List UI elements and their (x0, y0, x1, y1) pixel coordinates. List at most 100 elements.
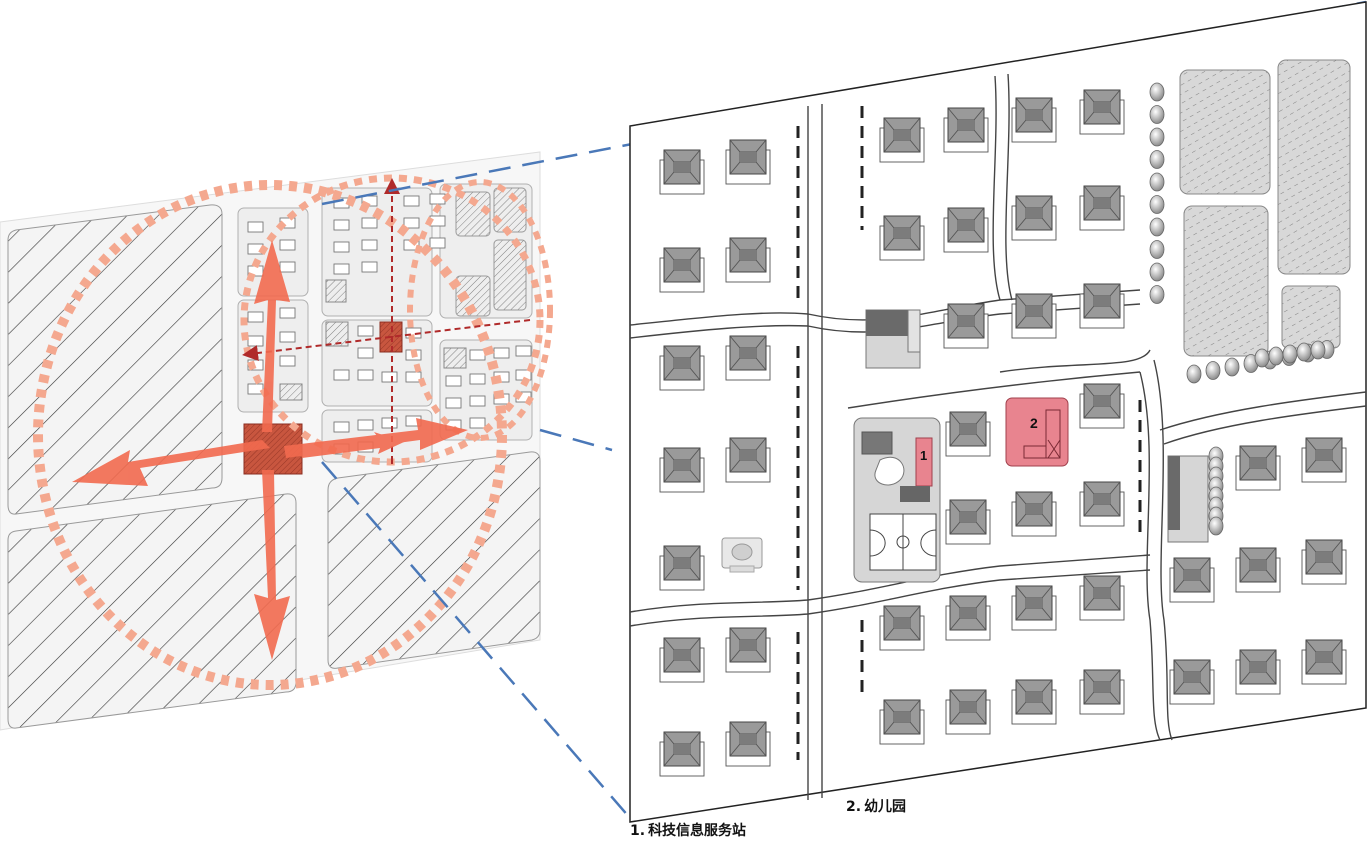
house-icon (1079, 89, 1125, 135)
building-footprint (333, 421, 350, 433)
house-icon (659, 637, 705, 683)
house-icon (943, 107, 989, 153)
marker-2: 2 (1030, 415, 1038, 431)
tree-icon (1254, 348, 1270, 368)
building-footprint (429, 237, 446, 249)
house-icon (1169, 659, 1215, 705)
house-icon (725, 721, 771, 767)
building-footprint (445, 397, 462, 409)
house-icon (945, 689, 991, 735)
house-icon (1301, 437, 1347, 483)
tree-icon (1205, 361, 1221, 380)
house-icon (1079, 185, 1125, 231)
house-icon (879, 699, 925, 745)
building-footprint (493, 347, 510, 359)
house-icon (1301, 639, 1347, 685)
marker-1: 1 (920, 448, 927, 463)
tree-icon (1310, 340, 1326, 360)
house-icon (659, 149, 705, 195)
house-icon (879, 117, 925, 163)
building-footprint (469, 373, 486, 385)
building-footprint (381, 371, 398, 383)
house-icon (1169, 557, 1215, 603)
label-name: 科技信息服务站 (648, 823, 747, 839)
tree-icon (1149, 217, 1165, 237)
tree-icon (1149, 195, 1165, 214)
building-footprint (403, 195, 420, 207)
house-icon (945, 595, 991, 641)
building-footprint (247, 311, 264, 323)
label-tech-info-station: 1. 科技信息服务站 (630, 820, 746, 840)
building-footprint (469, 395, 486, 407)
house-icon (1079, 481, 1125, 527)
building-footprint (333, 241, 350, 253)
tree-icon (1149, 150, 1165, 169)
house-icon (659, 545, 705, 591)
detail-site-plan: 1 2 (629, 1, 1367, 823)
house-icon (725, 627, 771, 673)
house-icon (1301, 539, 1347, 585)
house-icon (659, 731, 705, 777)
label-name: 幼儿园 (864, 799, 907, 815)
building-footprint (279, 307, 296, 319)
building-footprint (361, 217, 378, 229)
tree-icon (1186, 364, 1202, 384)
kindergarten-site: 2 (1005, 397, 1069, 467)
building-footprint (279, 261, 296, 273)
house-icon (725, 139, 771, 185)
house-icon (1011, 585, 1057, 631)
building-footprint (279, 355, 296, 367)
building-footprint (361, 261, 378, 273)
house-icon (945, 499, 991, 545)
label-kindergarten: 2. 幼儿园 (846, 796, 906, 816)
house-icon (1011, 293, 1057, 339)
building-footprint (333, 263, 350, 275)
house-icon (1011, 491, 1057, 537)
building-footprint (279, 331, 296, 343)
tree-icon (1149, 105, 1165, 124)
tree-icon (1149, 127, 1165, 147)
tree-icon (1224, 357, 1240, 377)
tree-icon (1149, 240, 1165, 259)
house-icon (1079, 283, 1125, 329)
house-icon (659, 345, 705, 391)
house-icon (659, 247, 705, 293)
house-icon (725, 335, 771, 381)
building-footprint (429, 193, 446, 205)
building-footprint (361, 239, 378, 251)
building-footprint (247, 335, 264, 347)
tree-icon (1149, 262, 1165, 282)
tree-icon (1149, 82, 1165, 102)
house-icon (1235, 649, 1281, 695)
house-icon (725, 437, 771, 483)
label-number: 1. (630, 823, 646, 839)
house-icon (659, 447, 705, 493)
house-icon (945, 411, 991, 457)
building-footprint (469, 349, 486, 361)
house-icon (879, 605, 925, 651)
building-footprint (357, 369, 374, 381)
tree-icon (1149, 172, 1165, 192)
label-number: 2. (846, 799, 862, 815)
overview-map (0, 151, 553, 731)
house-icon (725, 237, 771, 283)
tree-icon (1282, 344, 1298, 364)
building-footprint (445, 375, 462, 387)
building-footprint (247, 221, 264, 233)
house-icon (1011, 97, 1057, 143)
building-footprint (357, 325, 374, 337)
tree-icon (1296, 342, 1312, 362)
house-icon (1011, 679, 1057, 725)
house-icon (1235, 445, 1281, 491)
hatched-lots (1179, 59, 1351, 357)
planning-diagram: 1 2 (0, 0, 1367, 823)
building-footprint (357, 419, 374, 431)
house-icon (879, 215, 925, 261)
building-footprint (357, 347, 374, 359)
house-icon (943, 303, 989, 349)
house-icon (1079, 575, 1125, 621)
house-icon (1079, 383, 1125, 429)
house-icon (1235, 547, 1281, 593)
house-icon (1011, 195, 1057, 241)
tree-icon (1208, 516, 1224, 536)
